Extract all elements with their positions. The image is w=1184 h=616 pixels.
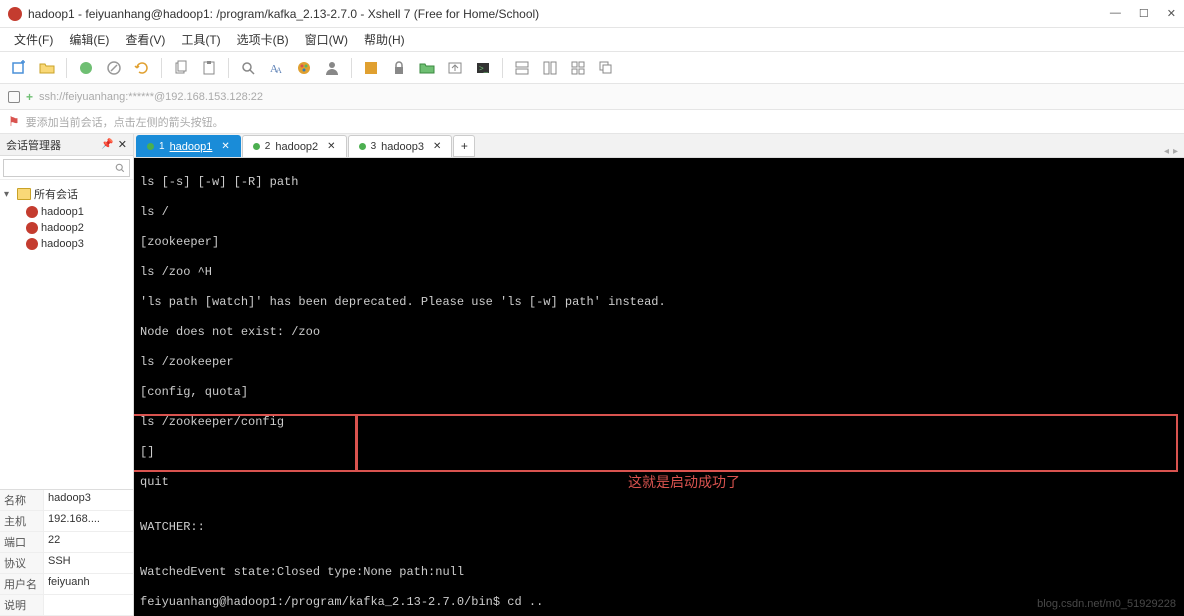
- tab-scroll-left-icon[interactable]: ◂: [1164, 146, 1169, 157]
- prop-name-key: 名称: [0, 490, 44, 510]
- status-dot-icon: [359, 143, 366, 150]
- maximize-button[interactable]: ☐: [1139, 7, 1149, 20]
- session-icon: [26, 238, 38, 250]
- session-manager-header: 会话管理器 📌 ✕: [0, 134, 133, 156]
- window-title: hadoop1 - feiyuanhang@hadoop1: /program/…: [28, 7, 1110, 21]
- prop-proto-val: SSH: [44, 553, 133, 573]
- plus-icon[interactable]: +: [26, 90, 33, 104]
- status-dot-icon: [147, 143, 154, 150]
- menu-help[interactable]: 帮助(H): [358, 29, 411, 50]
- tab-scroll-controls: ◂ ▸: [1158, 146, 1184, 157]
- session-icon: [26, 206, 38, 218]
- prop-desc-val: [44, 595, 133, 615]
- tab-scroll-right-icon[interactable]: ▸: [1173, 146, 1178, 157]
- session-search-input[interactable]: [3, 159, 130, 177]
- tab-close-icon[interactable]: ✕: [433, 141, 441, 152]
- session-icon: [26, 222, 38, 234]
- tree-root-label: 所有会话: [34, 186, 78, 202]
- prop-port-val: 22: [44, 532, 133, 552]
- tab-add-button[interactable]: +: [453, 135, 475, 157]
- prop-user-key: 用户名: [0, 574, 44, 594]
- flag-icon: ⚑: [8, 114, 20, 130]
- color-button[interactable]: [291, 55, 317, 81]
- prop-name-val: hadoop3: [44, 490, 133, 510]
- tree-root[interactable]: ▾ 所有会话: [0, 184, 133, 204]
- address-text[interactable]: ssh://feiyuanhang:******@192.168.153.128…: [39, 91, 263, 103]
- disconnect-button[interactable]: [101, 55, 127, 81]
- hint-text: 要添加当前会话，点击左侧的箭头按钮。: [26, 114, 224, 130]
- prop-proto-key: 协议: [0, 553, 44, 573]
- hint-bar: ⚑ 要添加当前会话，点击左侧的箭头按钮。: [0, 110, 1184, 134]
- svg-text:A: A: [276, 66, 282, 75]
- reconnect-button[interactable]: [129, 55, 155, 81]
- copy-button[interactable]: [168, 55, 194, 81]
- titlebar: hadoop1 - feiyuanhang@hadoop1: /program/…: [0, 0, 1184, 28]
- tile-h-button[interactable]: [509, 55, 535, 81]
- connect-button[interactable]: [73, 55, 99, 81]
- prop-port-key: 端口: [0, 532, 44, 552]
- xftp-button[interactable]: [414, 55, 440, 81]
- menu-tabs[interactable]: 选项卡(B): [231, 29, 295, 50]
- close-button[interactable]: ✕: [1167, 7, 1176, 20]
- window-controls: — ☐ ✕: [1110, 7, 1176, 20]
- upload-button[interactable]: [442, 55, 468, 81]
- tab-hadoop1[interactable]: 1 hadoop1 ✕: [136, 135, 241, 157]
- collapse-icon[interactable]: ▾: [4, 189, 14, 200]
- cascade-button[interactable]: [593, 55, 619, 81]
- folder-icon: [17, 188, 31, 200]
- prop-user-val: feiyuanh: [44, 574, 133, 594]
- session-tree: ▾ 所有会话 hadoop1 hadoop2 hadoop3: [0, 180, 133, 489]
- tile-grid-button[interactable]: [565, 55, 591, 81]
- menu-tools[interactable]: 工具(T): [175, 29, 226, 50]
- lock-button[interactable]: [386, 55, 412, 81]
- session-manager: 会话管理器 📌 ✕ ▾ 所有会话 hadoop1 hadoop2 hadoop3…: [0, 134, 134, 616]
- annotation-text: 这就是启动成功了: [624, 474, 744, 491]
- menu-view[interactable]: 查看(V): [119, 29, 171, 50]
- new-session-button[interactable]: [6, 55, 32, 81]
- svg-text:>_: >_: [479, 64, 489, 73]
- session-node-hadoop2[interactable]: hadoop2: [22, 220, 133, 236]
- session-search: [0, 156, 133, 180]
- terminal[interactable]: ls [-s] [-w] [-R] path ls / [zookeeper] …: [134, 158, 1184, 616]
- session-manager-title: 会话管理器: [6, 137, 61, 153]
- tab-hadoop2[interactable]: 2 hadoop2 ✕: [242, 135, 347, 157]
- status-dot-icon: [253, 143, 260, 150]
- session-properties: 名称hadoop3 主机192.168.... 端口22 协议SSH 用户名fe…: [0, 489, 133, 616]
- menu-file[interactable]: 文件(F): [8, 29, 59, 50]
- open-button[interactable]: [34, 55, 60, 81]
- script-button[interactable]: [358, 55, 384, 81]
- font-button[interactable]: AA: [263, 55, 289, 81]
- toolbar: AA >_: [0, 52, 1184, 84]
- watermark: blog.csdn.net/m0_51929228: [1037, 597, 1176, 612]
- tab-close-icon[interactable]: ✕: [327, 141, 335, 152]
- tab-close-icon[interactable]: ✕: [221, 141, 229, 152]
- prop-desc-key: 说明: [0, 595, 44, 615]
- prop-host-val: 192.168....: [44, 511, 133, 531]
- user-button[interactable]: [319, 55, 345, 81]
- menu-edit[interactable]: 编辑(E): [63, 29, 115, 50]
- panel-close-icon[interactable]: ✕: [118, 138, 127, 151]
- tab-bar: 1 hadoop1 ✕ 2 hadoop2 ✕ 3 hadoop3 ✕ + ◂ …: [134, 134, 1184, 158]
- address-bar: + ssh://feiyuanhang:******@192.168.153.1…: [0, 84, 1184, 110]
- pin-icon[interactable]: 📌: [101, 139, 113, 150]
- minimize-button[interactable]: —: [1110, 7, 1121, 20]
- menu-window[interactable]: 窗口(W): [299, 29, 354, 50]
- session-node-hadoop1[interactable]: hadoop1: [22, 204, 133, 220]
- tab-hadoop3[interactable]: 3 hadoop3 ✕: [348, 135, 453, 157]
- search-button[interactable]: [235, 55, 261, 81]
- app-icon: [8, 7, 22, 21]
- session-node-hadoop3[interactable]: hadoop3: [22, 236, 133, 252]
- connect-icon[interactable]: [8, 91, 20, 103]
- tile-v-button[interactable]: [537, 55, 563, 81]
- prop-host-key: 主机: [0, 511, 44, 531]
- menubar: 文件(F) 编辑(E) 查看(V) 工具(T) 选项卡(B) 窗口(W) 帮助(…: [0, 28, 1184, 52]
- terminal-button[interactable]: >_: [470, 55, 496, 81]
- paste-button[interactable]: [196, 55, 222, 81]
